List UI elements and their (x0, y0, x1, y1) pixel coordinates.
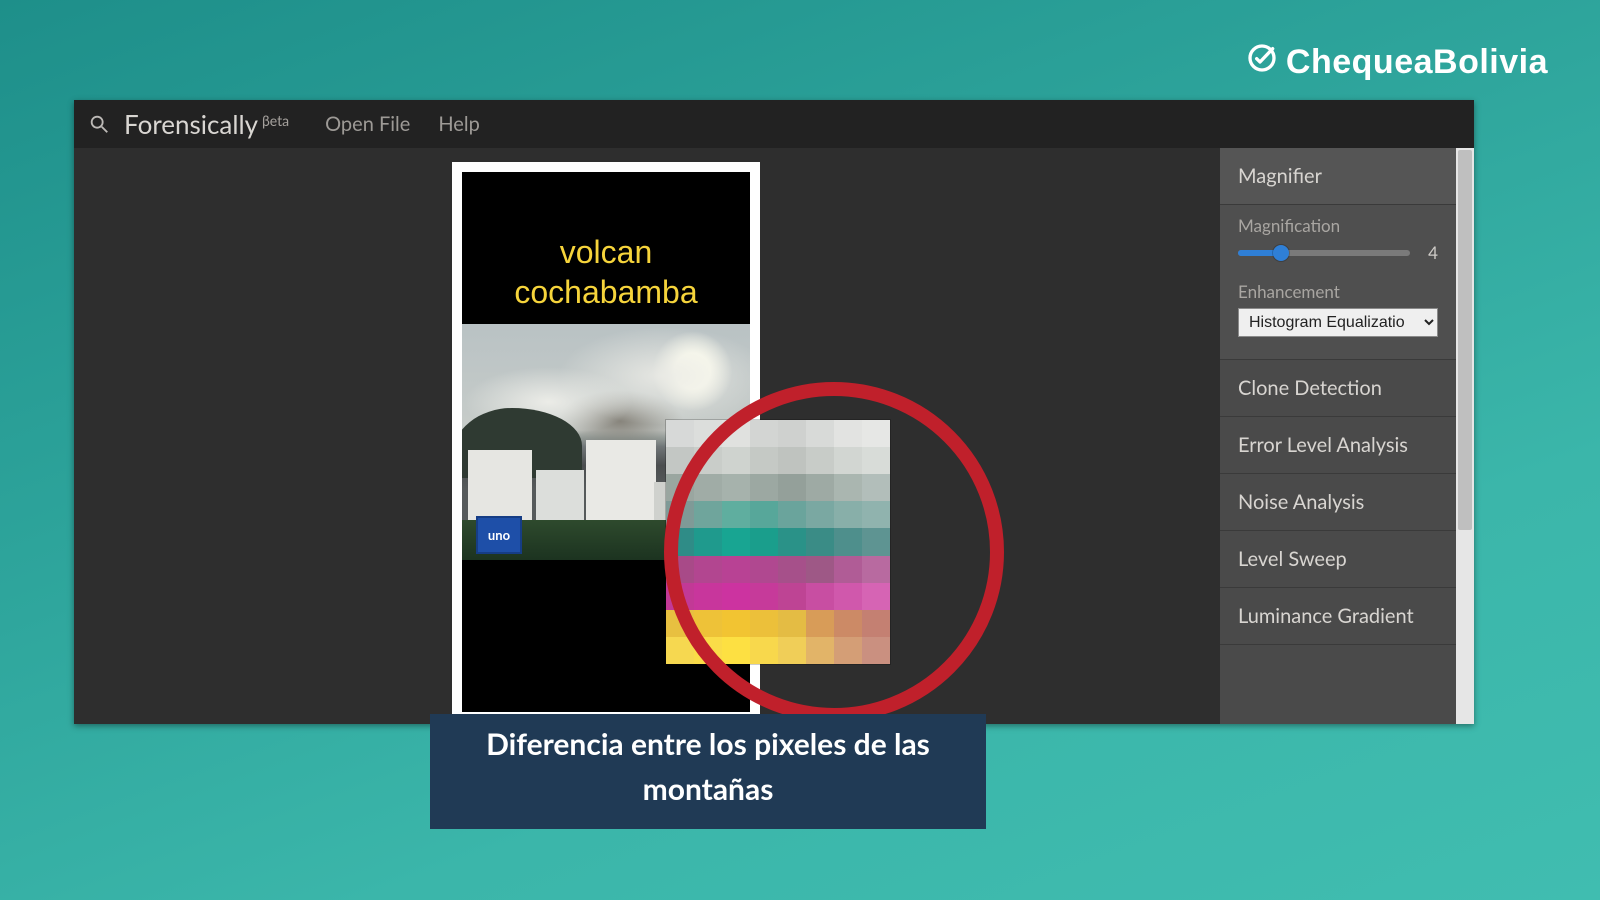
panel-magnifier: Magnifier Magnification 4 Enhancement (1220, 148, 1456, 360)
magnification-slider[interactable] (1238, 250, 1410, 256)
panel-head-luminance-gradient[interactable]: Luminance Gradient (1220, 588, 1456, 644)
workspace: volcan cochabamba (74, 148, 1474, 724)
menu-help[interactable]: Help (428, 108, 489, 140)
slider-knob[interactable] (1273, 245, 1289, 261)
brand-name: Forensically (124, 108, 258, 140)
panel-error-level-analysis: Error Level Analysis (1220, 417, 1456, 474)
app-brand: Forensically βeta (124, 108, 289, 140)
magnifier-icon (88, 113, 110, 135)
magnifier-preview (666, 420, 890, 664)
magnification-row: 4 (1238, 242, 1438, 263)
canvas-area[interactable]: volcan cochabamba (74, 148, 1220, 724)
menubar: Forensically βeta Open File Help (74, 100, 1474, 148)
enhancement-label: Enhancement (1238, 281, 1438, 302)
panel-noise-analysis: Noise Analysis (1220, 474, 1456, 531)
image-overlay-line1: volcan (462, 232, 750, 272)
magnification-label: Magnification (1238, 215, 1438, 236)
caption-line1: Diferencia entre los pixeles de las (448, 724, 968, 765)
sidebar: Magnifier Magnification 4 Enhancement (1220, 148, 1456, 724)
panel-head-magnifier[interactable]: Magnifier (1220, 148, 1456, 204)
enhancement-select[interactable]: Histogram Equalizatio (1238, 308, 1438, 337)
watermark-text: ChequeaBolivia (1286, 43, 1548, 82)
panel-luminance-gradient: Luminance Gradient (1220, 588, 1456, 645)
menu-open-file[interactable]: Open File (315, 108, 420, 140)
panel-head-error-level-analysis[interactable]: Error Level Analysis (1220, 417, 1456, 473)
caption-banner: Diferencia entre los pixeles de las mont… (430, 714, 986, 829)
app-window: Forensically βeta Open File Help volcan … (74, 100, 1474, 724)
sidebar-scrollbar[interactable] (1456, 148, 1474, 724)
caption-line2: montañas (623, 763, 794, 820)
panel-head-clone-detection[interactable]: Clone Detection (1220, 360, 1456, 416)
billboard-sign: uno (476, 516, 522, 554)
panel-level-sweep: Level Sweep (1220, 531, 1456, 588)
watermark: ChequeaBolivia (1246, 42, 1548, 83)
panel-clone-detection: Clone Detection (1220, 360, 1456, 417)
brand-suffix: βeta (262, 112, 289, 129)
panel-head-level-sweep[interactable]: Level Sweep (1220, 531, 1456, 587)
image-overlay-line2: cochabamba (462, 272, 750, 312)
panel-body-magnifier: Magnification 4 Enhancement Histogram Eq… (1220, 204, 1456, 359)
image-overlay-title: volcan cochabamba (462, 232, 750, 312)
panel-head-noise-analysis[interactable]: Noise Analysis (1220, 474, 1456, 530)
sidebar-wrap: Magnifier Magnification 4 Enhancement (1220, 148, 1474, 724)
scrollbar-thumb[interactable] (1458, 150, 1472, 530)
check-icon (1246, 42, 1278, 83)
magnification-value: 4 (1420, 242, 1438, 263)
